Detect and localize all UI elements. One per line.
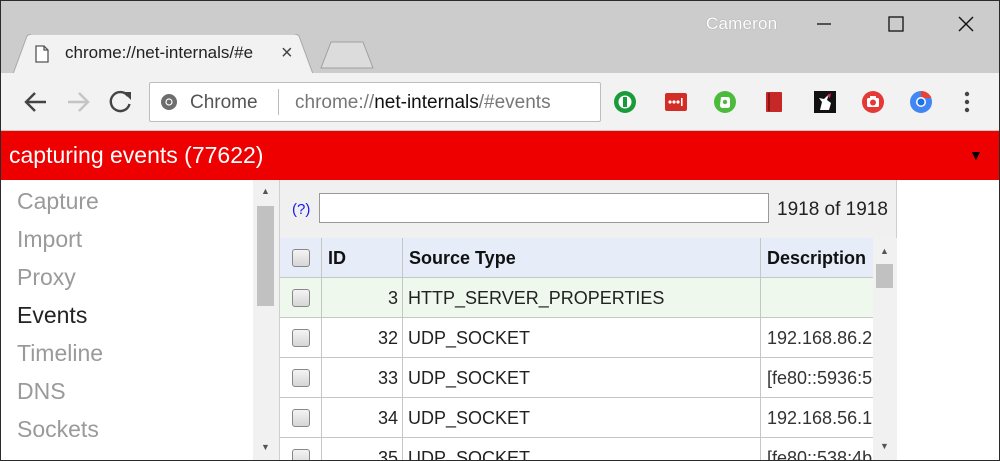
row-checkbox[interactable] — [292, 369, 310, 387]
tab-close-icon[interactable]: × — [281, 43, 293, 63]
filter-input[interactable] — [319, 193, 769, 223]
omnibox-divider — [278, 89, 279, 115]
column-header-id[interactable]: ID — [322, 238, 403, 278]
row-description — [761, 278, 873, 318]
row-checkbox[interactable] — [292, 409, 310, 427]
url-text[interactable]: chrome://net-internals/#events — [295, 92, 551, 114]
column-header-source-type[interactable]: Source Type — [403, 238, 761, 278]
tab-title: chrome://net-internals/#e — [65, 43, 254, 62]
select-all-checkbox[interactable] — [292, 249, 310, 267]
row-checkbox-cell — [280, 318, 322, 358]
table-row[interactable]: 33 UDP_SOCKET [fe80::5936:5c — [280, 358, 873, 398]
back-arrow-icon[interactable] — [21, 87, 51, 117]
row-description: [fe80::5936:5c — [767, 368, 873, 388]
sidebar-nav: Capture Import Proxy Events Timeline DNS… — [1, 180, 279, 460]
table-scroll-thumb[interactable] — [876, 264, 893, 288]
header-checkbox-cell — [280, 238, 322, 278]
row-checkbox[interactable] — [292, 329, 310, 347]
row-description: 192.168.86.28 — [767, 328, 873, 348]
dropdown-arrow-icon[interactable]: ▼ — [969, 147, 983, 163]
table-row[interactable]: 32 UDP_SOCKET 192.168.86.28 — [280, 318, 873, 358]
row-id: 32 — [322, 318, 403, 358]
chrome-icon[interactable] — [909, 90, 933, 114]
row-id: 33 — [322, 358, 403, 398]
row-source-type: HTTP_SERVER_PROPERTIES — [403, 278, 761, 318]
row-id: 34 — [322, 398, 403, 438]
sidebar-item-import[interactable]: Import — [17, 226, 82, 253]
sidebar-item-timeline[interactable]: Timeline — [17, 340, 103, 367]
close-icon — [958, 16, 974, 32]
table-row[interactable]: 3 HTTP_SERVER_PROPERTIES — [280, 278, 873, 318]
scroll-down-icon[interactable]: ▼ — [880, 441, 889, 451]
evernote-icon[interactable] — [713, 90, 737, 114]
sidebar-scroll-thumb[interactable] — [257, 206, 274, 306]
events-table: ID Source Type Description 3 HTTP_SERVER… — [280, 238, 873, 461]
chrome-site-icon — [161, 94, 177, 110]
more-menu-icon[interactable] — [957, 89, 977, 115]
sidebar-item-capture[interactable]: Capture — [17, 188, 99, 215]
row-checkbox-cell — [280, 278, 322, 318]
book-icon[interactable] — [762, 90, 786, 114]
row-id: 3 — [322, 278, 403, 318]
scroll-up-icon[interactable]: ▲ — [261, 186, 270, 196]
address-bar[interactable]: Chrome chrome://net-internals/#events — [149, 82, 601, 122]
camera-icon[interactable] — [861, 90, 885, 114]
events-panel: (?) 1918 of 1918 ID Source Type Descript… — [279, 180, 897, 461]
row-source-type: UDP_SOCKET — [403, 438, 761, 460]
new-tab-button[interactable] — [319, 41, 375, 69]
event-count: 1918 of 1918 — [777, 199, 888, 220]
capture-status-text: capturing events (77622) — [9, 142, 264, 168]
scroll-up-icon[interactable]: ▲ — [880, 246, 889, 256]
table-row[interactable]: 34 UDP_SOCKET 192.168.56.1: — [280, 398, 873, 438]
row-description: [fe80::538:4b — [767, 448, 873, 461]
row-checkbox[interactable] — [292, 449, 310, 460]
browser-toolbar: Chrome chrome://net-internals/#events — [1, 73, 999, 131]
capture-status-banner[interactable]: capturing events (77622) ▼ — [1, 131, 999, 180]
forward-arrow-icon[interactable] — [63, 87, 93, 117]
row-id: 35 — [322, 438, 403, 460]
minimize-button[interactable] — [801, 9, 847, 39]
sidebar-item-proxy[interactable]: Proxy — [17, 264, 76, 291]
column-header-description[interactable]: Description — [761, 238, 873, 278]
table-row[interactable]: 35 UDP_SOCKET [fe80::538:4b — [280, 438, 873, 461]
page-icon — [35, 45, 49, 63]
ghostery-icon[interactable] — [613, 90, 637, 114]
row-checkbox-cell — [280, 398, 322, 438]
url-host: net-internals — [374, 92, 479, 113]
browser-window: chrome://net-internals/#e × Cameron Chro… — [0, 0, 1000, 461]
table-header-row: ID Source Type Description — [280, 238, 873, 278]
row-source-type: UDP_SOCKET — [403, 318, 761, 358]
row-checkbox[interactable] — [292, 289, 310, 307]
minimize-icon — [817, 23, 831, 25]
row-source-type: UDP_SOCKET — [403, 398, 761, 438]
title-bar: chrome://net-internals/#e × Cameron — [1, 1, 999, 74]
lastpass-icon[interactable] — [664, 90, 688, 114]
row-source-type: UDP_SOCKET — [403, 358, 761, 398]
events-table-scrollbar[interactable]: ▲ ▼ — [873, 238, 897, 460]
active-tab[interactable]: chrome://net-internals/#e × — [13, 34, 313, 74]
sidebar-item-dns[interactable]: DNS — [17, 378, 66, 405]
sidebar-item-sockets[interactable]: Sockets — [17, 416, 99, 443]
sidebar-scrollbar[interactable]: ▲ ▼ — [253, 180, 279, 460]
row-checkbox-cell — [280, 438, 322, 460]
sidebar-item-events[interactable]: Events — [17, 302, 87, 329]
scroll-down-icon[interactable]: ▼ — [261, 442, 270, 452]
row-description: 192.168.56.1: — [767, 408, 873, 428]
omnibox-chrome-label: Chrome — [190, 92, 258, 113]
reload-icon[interactable] — [105, 87, 135, 117]
url-path: /#events — [478, 92, 551, 113]
filter-help-link[interactable]: (?) — [292, 201, 310, 218]
close-window-button[interactable] — [943, 9, 989, 39]
maximize-button[interactable] — [873, 9, 919, 39]
maximize-icon — [888, 16, 904, 32]
unicorn-icon[interactable] — [813, 90, 837, 114]
url-scheme: chrome:// — [295, 92, 375, 113]
profile-name[interactable]: Cameron — [706, 14, 777, 34]
row-checkbox-cell — [280, 358, 322, 398]
